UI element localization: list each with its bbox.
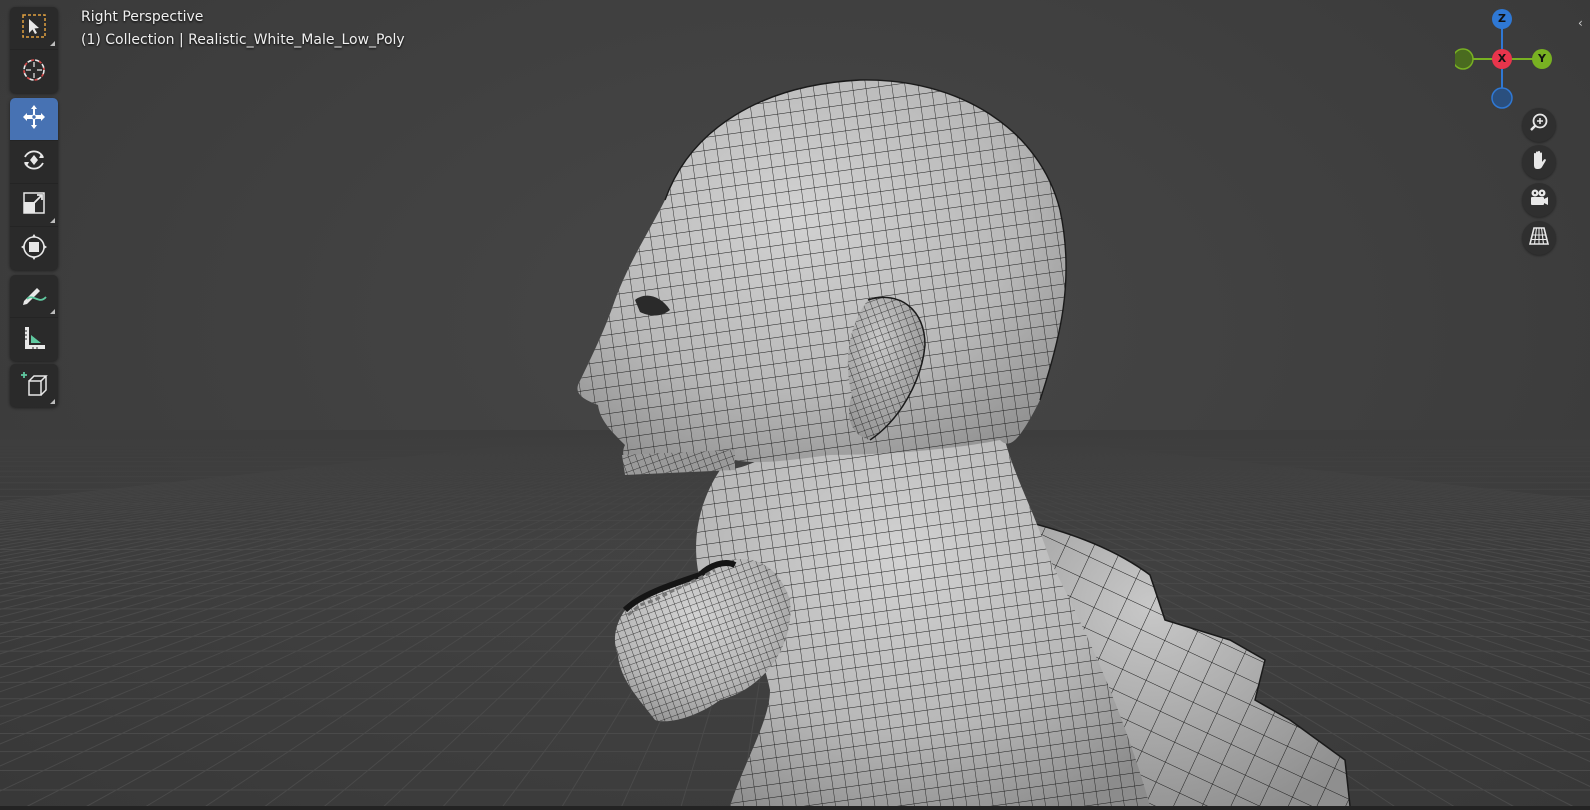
view-name-label: Right Perspective (81, 9, 204, 25)
camera-icon (1528, 187, 1550, 213)
add-cube-tool[interactable] (10, 364, 58, 407)
rotate-icon (19, 145, 49, 179)
chevron-left-icon[interactable]: ‹ (1578, 16, 1583, 30)
toolbar-select-group (10, 7, 58, 93)
grid-icon (1528, 225, 1550, 251)
select-box-icon (20, 12, 48, 44)
hand-icon (1528, 149, 1550, 175)
toolbar-annotate-group (10, 275, 58, 361)
toolbar-transform-group (10, 98, 58, 270)
z-axis-label[interactable]: Z (1492, 9, 1512, 29)
move-tool[interactable] (10, 98, 58, 141)
annotate-tool[interactable] (10, 275, 58, 318)
x-axis-label[interactable]: X (1492, 49, 1512, 69)
scene-canvas[interactable] (0, 0, 1590, 810)
cursor-tool[interactable] (10, 50, 58, 93)
add-cube-icon (19, 369, 49, 403)
pan-button[interactable] (1522, 145, 1556, 179)
transform-tool[interactable] (10, 227, 58, 270)
y-axis-label[interactable]: Y (1532, 49, 1552, 69)
scale-icon (20, 189, 48, 221)
viewport-bottom-border (0, 806, 1590, 810)
scale-tool[interactable] (10, 184, 58, 227)
move-icon (19, 102, 49, 136)
cursor-icon (20, 56, 48, 88)
transform-icon (19, 232, 49, 266)
ortho-toggle-button[interactable] (1522, 221, 1556, 255)
zoom-button[interactable] (1522, 108, 1556, 142)
3d-viewport[interactable]: Right Perspective (1) Collection | Reali… (0, 0, 1590, 810)
navigation-gizmo[interactable]: Z X Y (1452, 5, 1570, 115)
select-box-tool[interactable] (10, 7, 58, 50)
annotate-icon (19, 279, 49, 313)
collection-info-label: (1) Collection | Realistic_White_Male_Lo… (81, 32, 405, 48)
camera-view-button[interactable] (1522, 183, 1556, 217)
toolbar-add-group (10, 364, 58, 407)
rotate-tool[interactable] (10, 141, 58, 184)
zoom-icon (1528, 112, 1550, 138)
mesh-head (577, 79, 1067, 475)
measure-icon (19, 323, 49, 357)
measure-tool[interactable] (10, 318, 58, 361)
